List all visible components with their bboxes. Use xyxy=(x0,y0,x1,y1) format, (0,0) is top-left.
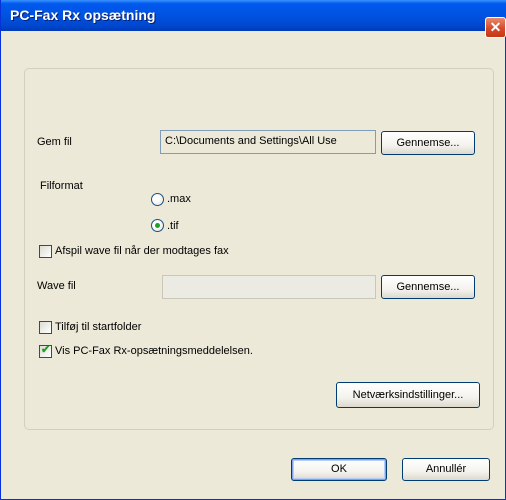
radio-selected-dot xyxy=(155,223,160,228)
format-tif-radio[interactable] xyxy=(151,219,164,232)
cancel-button[interactable]: Annullér xyxy=(402,458,490,481)
wave-file-path-field[interactable] xyxy=(162,275,376,299)
wave-file-label: Wave fil xyxy=(37,280,76,292)
play-wave-checkbox[interactable] xyxy=(39,245,52,258)
close-button[interactable]: ✕ xyxy=(485,17,506,38)
save-file-browse-button[interactable]: Gennemse... xyxy=(381,131,475,155)
show-message-label: Vis PC-Fax Rx-opsætningsmeddelelsen. xyxy=(55,345,253,357)
save-file-path-field[interactable]: C:\Documents and Settings\All Use xyxy=(160,130,376,154)
wave-file-browse-button[interactable]: Gennemse... xyxy=(381,275,475,299)
close-icon: ✕ xyxy=(489,19,502,35)
startup-folder-label: Tilføj til startfolder xyxy=(55,321,142,333)
format-max-radio[interactable] xyxy=(151,193,164,206)
pc-fax-rx-setup-dialog: PC-Fax Rx opsætning ✕ Gem fil C:\Documen… xyxy=(0,0,506,500)
title-bar[interactable]: PC-Fax Rx opsætning xyxy=(1,0,506,31)
format-max-label: .max xyxy=(167,193,191,205)
startup-folder-checkbox[interactable] xyxy=(39,321,52,334)
save-file-label: Gem fil xyxy=(37,136,72,148)
checkmark-icon: ✔ xyxy=(41,344,51,356)
format-tif-label: .tif xyxy=(167,220,179,232)
dialog-title: PC-Fax Rx opsætning xyxy=(10,7,156,23)
show-message-checkbox[interactable]: ✔ xyxy=(39,344,52,358)
ok-button[interactable]: OK xyxy=(291,458,387,481)
network-settings-button[interactable]: Netværksindstillinger... xyxy=(336,382,480,408)
file-format-label: Filformat xyxy=(40,180,83,192)
play-wave-label: Afspil wave fil når der modtages fax xyxy=(55,245,229,257)
